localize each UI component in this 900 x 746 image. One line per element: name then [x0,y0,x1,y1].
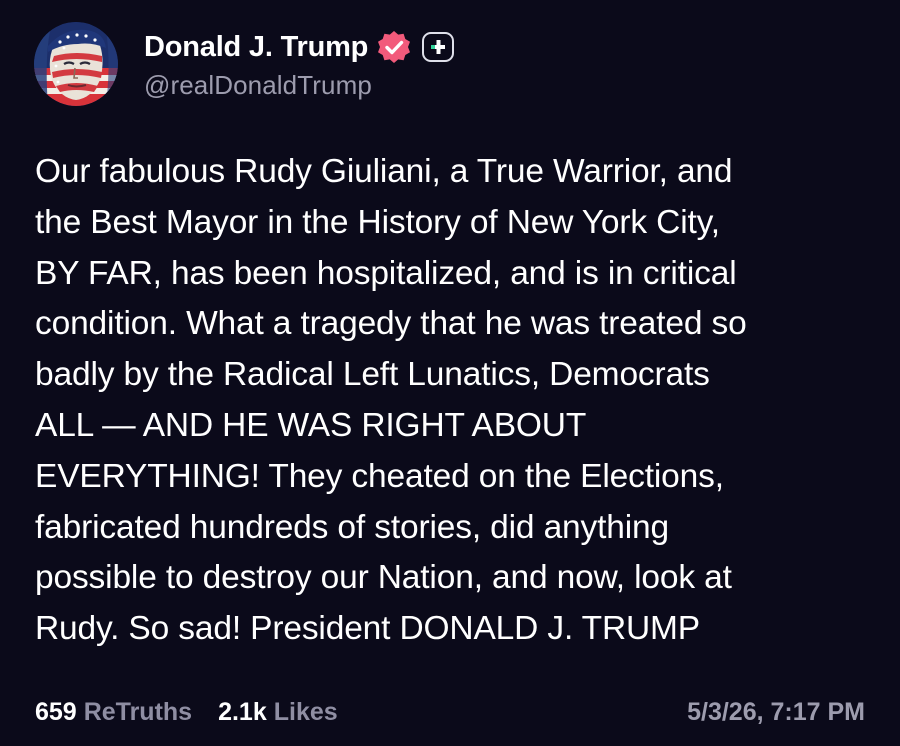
retruths-label: ReTruths [83,697,193,726]
likes-stat[interactable]: 2.1k Likes [218,698,338,727]
display-name[interactable]: Donald J. Trump [144,31,368,64]
post-footer: 659 ReTruths 2.1k Likes 5/3/26, 7:17 PM [35,694,865,730]
name-row: Donald J. Trump [144,28,455,66]
post-header: Donald J. Trump @realDonaldTrump [34,22,455,106]
author-identity: Donald J. Trump @realDonaldTrump [144,28,455,101]
post-timestamp[interactable]: 5/3/26, 7:17 PM [687,698,865,727]
post-body-text: Our fabulous Rudy Giuliani, a True Warri… [35,153,747,648]
likes-label: Likes [273,697,338,726]
verified-badge-icon [376,29,412,65]
truth-post: Donald J. Trump @realDonaldTrump Our fab… [0,0,900,746]
avatar[interactable] [34,22,118,106]
retruths-count: 659 [35,697,77,726]
flag-portrait-avatar-icon [34,22,118,106]
plus-badge-icon [422,32,455,62]
retruths-stat[interactable]: 659 ReTruths [35,698,192,727]
author-handle[interactable]: @realDonaldTrump [144,70,454,101]
likes-count: 2.1k [218,697,267,726]
